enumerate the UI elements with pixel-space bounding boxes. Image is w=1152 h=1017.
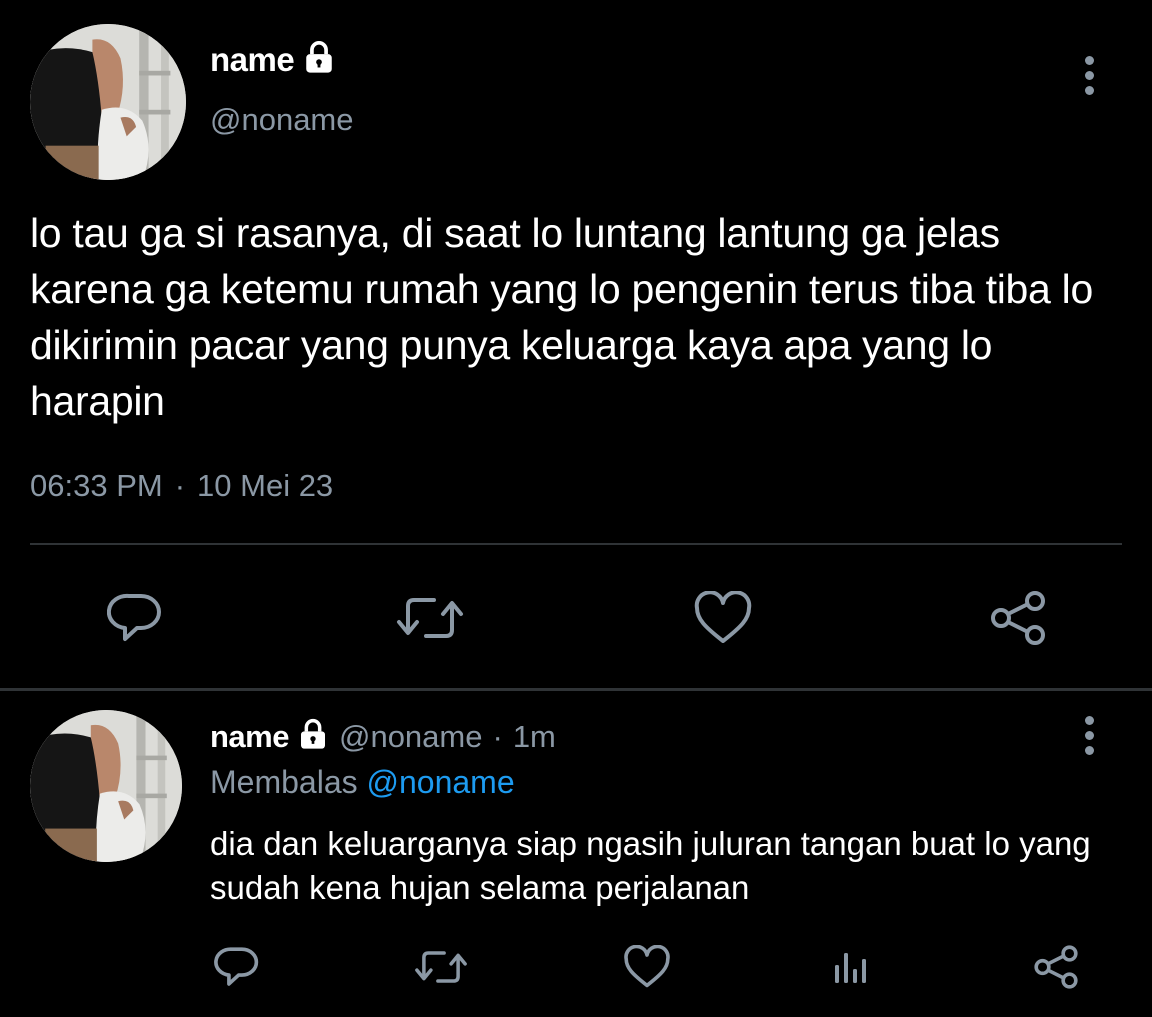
avatar[interactable] <box>30 710 182 862</box>
author-row: name <box>210 40 336 79</box>
handle[interactable]: @noname <box>210 102 354 138</box>
like-icon[interactable] <box>692 590 754 646</box>
reply-icon[interactable] <box>102 590 168 646</box>
analytics-icon[interactable] <box>826 944 874 990</box>
tweet-timestamp: 06:33 PM · 10 Mei 23 <box>30 468 333 504</box>
display-name[interactable]: name <box>210 41 295 79</box>
replying-to: Membalas @noname <box>210 764 515 801</box>
retweet-icon[interactable] <box>394 590 466 646</box>
more-options-icon[interactable] <box>1082 716 1096 761</box>
tweet-date[interactable]: 10 Mei 23 <box>197 468 333 503</box>
reply-icon[interactable] <box>212 944 262 990</box>
meta-separator: · <box>174 468 186 503</box>
like-icon[interactable] <box>622 944 672 990</box>
tweet-separator <box>0 688 1152 691</box>
replying-mention[interactable]: @noname <box>367 764 515 800</box>
lock-icon <box>302 40 336 79</box>
handle[interactable]: @noname <box>339 719 483 755</box>
reply-author-row: name @noname · 1m <box>210 718 556 755</box>
tweet-thread: name @noname lo tau ga si rasanya, di sa… <box>0 0 1152 1017</box>
tweet-time: 06:33 PM <box>30 468 163 503</box>
main-tweet: name @noname lo tau ga si rasanya, di sa… <box>0 0 1152 688</box>
lock-icon <box>297 718 329 755</box>
display-name[interactable]: name <box>210 719 289 755</box>
reply-time[interactable]: 1m <box>513 719 556 755</box>
tweet-text: lo tau ga si rasanya, di saat lo luntang… <box>30 210 1093 424</box>
retweet-icon[interactable] <box>412 944 470 990</box>
meta-separator: · <box>492 718 503 754</box>
share-icon[interactable] <box>1030 942 1082 992</box>
share-icon[interactable] <box>986 588 1050 648</box>
divider <box>30 543 1122 545</box>
more-options-icon[interactable] <box>1082 56 1096 101</box>
replying-label: Membalas <box>210 764 358 800</box>
tweet-text: dia dan keluarganya siap ngasih juluran … <box>210 825 1091 906</box>
avatar[interactable] <box>30 24 186 180</box>
